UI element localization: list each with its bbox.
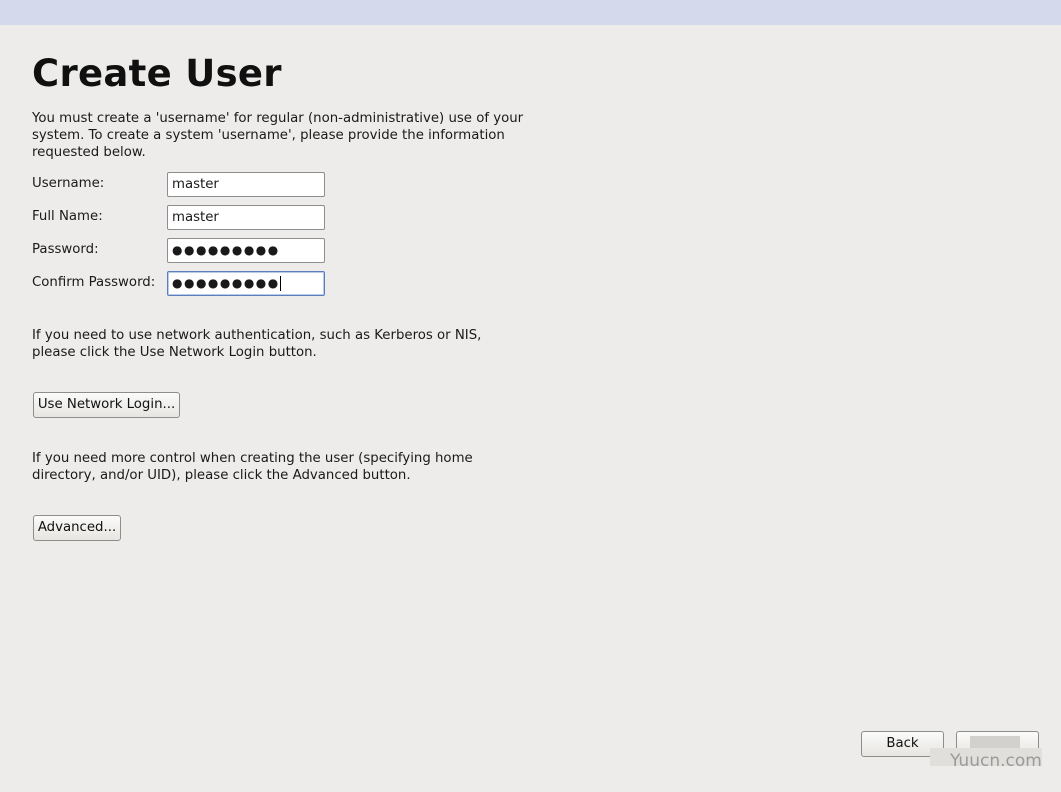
- advanced-button[interactable]: Advanced...: [33, 515, 121, 541]
- password-value: ●●●●●●●●●: [172, 243, 280, 257]
- username-value: master: [172, 177, 219, 192]
- password-label: Password:: [32, 242, 99, 257]
- password-field[interactable]: ●●●●●●●●●: [167, 238, 325, 263]
- full-name-field[interactable]: master: [167, 205, 325, 230]
- text-caret: [279, 275, 281, 291]
- confirm-password-value: ●●●●●●●●●: [172, 276, 280, 290]
- advanced-text: If you need more control when creating t…: [32, 451, 473, 483]
- username-label: Username:: [32, 176, 105, 191]
- full-name-value: master: [172, 210, 219, 225]
- confirm-password-field[interactable]: ●●●●●●●●●: [167, 271, 325, 296]
- full-name-label: Full Name:: [32, 209, 103, 224]
- username-field[interactable]: master: [167, 172, 325, 197]
- network-login-text: If you need to use network authenticatio…: [32, 328, 482, 360]
- page-title: Create User: [32, 52, 282, 95]
- confirm-password-label: Confirm Password:: [32, 275, 156, 290]
- watermark-text: Yuucn.com: [950, 751, 1042, 771]
- intro-text: You must create a 'username' for regular…: [32, 111, 524, 160]
- use-network-login-button[interactable]: Use Network Login...: [33, 392, 180, 418]
- top-banner-strip: [0, 0, 1061, 25]
